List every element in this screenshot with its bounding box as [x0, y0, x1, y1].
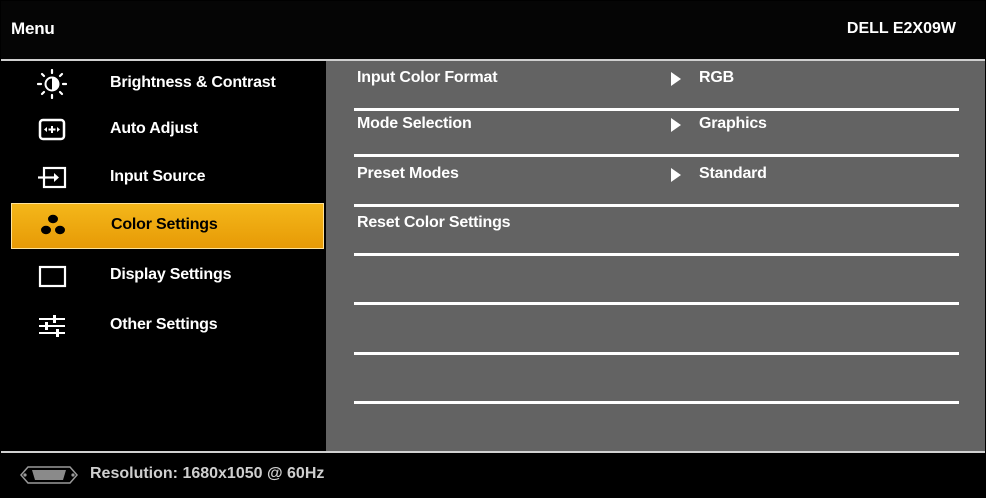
resolution-readout: Resolution: 1680x1050 @ 60Hz — [90, 465, 325, 482]
sidebar-item-other-settings[interactable]: Other Settings — [11, 303, 324, 349]
option-label: Input Color Format — [357, 69, 498, 86]
color-settings-icon — [38, 211, 68, 241]
option-label: Reset Color Settings — [357, 214, 511, 231]
option-value: Standard — [699, 165, 767, 182]
vga-connector-icon — [19, 464, 79, 486]
arrow-right-icon — [671, 72, 681, 86]
option-empty-row — [354, 354, 959, 404]
option-empty-row — [354, 255, 959, 305]
option-preset-modes[interactable]: Preset Modes Standard — [354, 157, 959, 207]
sidebar-item-brightness-contrast[interactable]: Brightness & Contrast — [11, 61, 324, 107]
sidebar-item-auto-adjust[interactable]: Auto Adjust — [11, 107, 324, 153]
sidebar-item-display-settings[interactable]: Display Settings — [11, 253, 324, 299]
option-empty-row — [354, 305, 959, 355]
option-input-color-format[interactable]: Input Color Format RGB — [354, 61, 959, 111]
sidebar-item-label: Auto Adjust — [110, 120, 198, 137]
auto-adjust-icon — [37, 115, 67, 145]
option-label: Mode Selection — [357, 115, 472, 132]
sidebar-item-label: Other Settings — [110, 316, 218, 333]
monitor-model: DELL E2X09W — [846, 20, 956, 37]
arrow-right-icon — [671, 168, 681, 182]
sidebar-item-label: Input Source — [110, 168, 206, 185]
display-settings-icon — [37, 261, 67, 291]
sidebar-item-input-source[interactable]: Input Source — [11, 155, 324, 201]
sidebar-item-color-settings[interactable]: Color Settings — [11, 203, 324, 249]
menu-title: Menu — [11, 19, 55, 38]
sidebar-item-label: Brightness & Contrast — [110, 74, 276, 91]
other-settings-icon — [37, 311, 67, 341]
input-source-icon — [37, 163, 67, 193]
option-reset-color-settings[interactable]: Reset Color Settings — [354, 206, 959, 256]
sidebar-item-label: Color Settings — [111, 216, 218, 233]
arrow-right-icon — [671, 118, 681, 132]
option-mode-selection[interactable]: Mode Selection Graphics — [354, 107, 959, 157]
brightness-icon — [37, 69, 67, 99]
color-settings-panel: Input Color Format RGB Mode Selection Gr… — [326, 61, 985, 451]
osd-sidebar: Brightness & Contrast Auto Adjust Input … — [1, 61, 326, 451]
option-label: Preset Modes — [357, 165, 459, 182]
monitor-osd-window: Menu DELL E2X09W Brightness & Contrast A… — [0, 0, 986, 498]
osd-header: Menu DELL E2X09W — [1, 1, 985, 61]
option-value: Graphics — [699, 115, 767, 132]
sidebar-item-label: Display Settings — [110, 266, 232, 283]
status-bar: Resolution: 1680x1050 @ 60Hz — [1, 451, 985, 497]
option-value: RGB — [699, 69, 734, 86]
